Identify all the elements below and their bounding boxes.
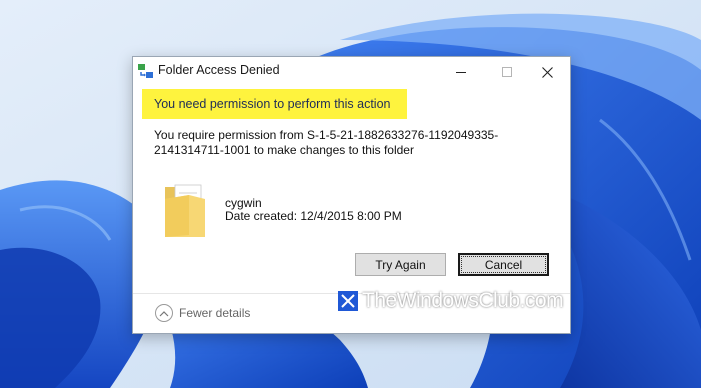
chevron-up-icon [159,310,169,316]
headline-banner: You need permission to perform this acti… [142,89,407,119]
try-again-button[interactable]: Try Again [355,253,446,276]
file-operation-icon [138,64,153,78]
cancel-button[interactable]: Cancel [458,253,549,276]
dialog-title: Folder Access Denied [158,63,280,77]
headline-text: You need permission to perform this acti… [154,97,391,111]
permission-message: You require permission from S-1-5-21-188… [154,128,499,157]
details-toggle-button[interactable] [155,304,173,322]
fewer-details-link[interactable]: Fewer details [179,306,250,320]
watermark-text: TheWindowsClub.com [362,289,564,312]
folder-name: cygwin [225,196,262,210]
watermark: TheWindowsClub.com [338,289,564,313]
title-bar[interactable]: Folder Access Denied [133,57,570,87]
windows-club-logo-icon [338,291,358,311]
close-icon [541,66,553,78]
minimize-icon [455,71,466,73]
folder-date-created: Date created: 12/4/2015 8:00 PM [225,209,402,223]
close-button[interactable] [524,57,570,87]
maximize-icon [501,66,512,77]
folder-icon [165,184,205,237]
minimize-button[interactable] [438,57,484,87]
